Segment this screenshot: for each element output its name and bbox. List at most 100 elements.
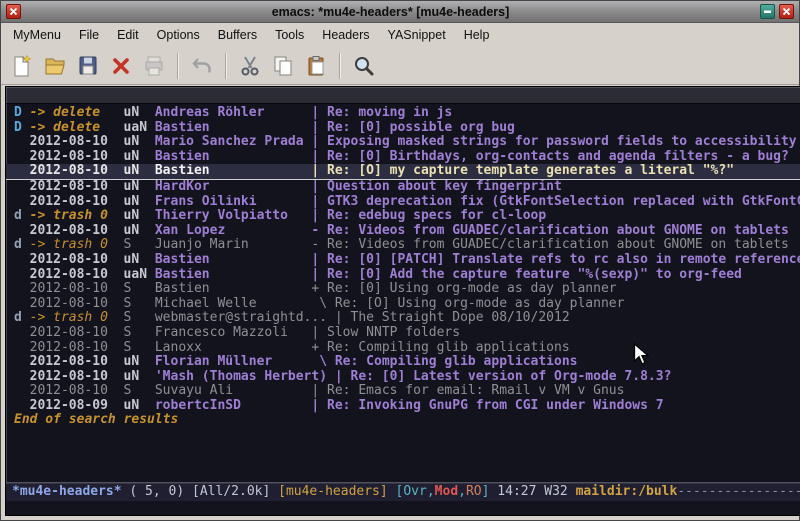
subject: - Re: Videos from GUADEC/clarification a…: [311, 224, 788, 238]
message-row[interactable]: 2012-08-10uNBastien| Re: [0] [PATCH] Tra…: [6, 253, 800, 268]
message-row[interactable]: 2012-08-10uNBastien| Re: [0] Birthdays, …: [6, 150, 800, 165]
flags: uN: [124, 164, 155, 179]
sender: webmaster@straightd...: [155, 311, 335, 326]
flags: uN: [124, 209, 155, 224]
flags: uN: [124, 224, 155, 239]
paste-icon[interactable]: [301, 51, 331, 81]
subject: | GTK3 deprecation fix (GtkFontSelection…: [311, 195, 800, 209]
subject: \ Re: Compiling glib applications: [311, 355, 577, 369]
message-row[interactable]: 2012-08-10SLanoxx+ Re: Compiling glib ap…: [6, 341, 800, 356]
minibuffer[interactable]: [6, 501, 800, 515]
message-row[interactable]: 2012-08-10SFrancesco Mazzoli| Slow NNTP …: [6, 326, 800, 341]
modeline-token: RO: [466, 484, 482, 499]
message-row[interactable]: 2012-08-10uNMario Sanchez Prada| Exposin…: [6, 135, 800, 150]
mark-indicator: d: [14, 311, 30, 326]
mark-indicator: D: [14, 106, 30, 121]
mark-indicator: [14, 164, 30, 179]
sender: Bastien: [155, 253, 312, 268]
save-icon[interactable]: [73, 51, 103, 81]
message-list: D-> deleteuNAndreas Röhler| Re: moving i…: [6, 104, 800, 413]
shade-icon: [763, 7, 772, 16]
sender: Bastien: [155, 121, 312, 136]
subject: \ Re: [O] Using org-mode as day planner: [311, 297, 624, 311]
menu-item-mymenu[interactable]: MyMenu: [4, 24, 70, 46]
message-row[interactable]: d-> trash 0uNThierry Volpiatto| Re: edeb…: [6, 209, 800, 224]
menu-item-yasnippet[interactable]: YASnippet: [379, 24, 455, 46]
menu-item-file[interactable]: File: [70, 24, 108, 46]
subject: | The Straight Dope 08/10/2012: [335, 311, 570, 325]
date: 2012-08-10: [30, 180, 124, 195]
message-row[interactable]: 2012-08-10uNXan Lopez- Re: Videos from G…: [6, 224, 800, 239]
close-buffer-icon[interactable]: [106, 51, 136, 81]
menu-item-headers[interactable]: Headers: [313, 24, 378, 46]
message-row[interactable]: 2012-08-10SSuvayu Ali| Re: Emacs for ema…: [6, 384, 800, 399]
flags: uN: [124, 106, 155, 121]
modeline-token: ,: [458, 484, 466, 499]
copy-icon[interactable]: [268, 51, 298, 81]
mark-indicator: [14, 370, 30, 385]
modeline-token: Ovr: [403, 484, 426, 499]
sender: 'Mash (Thomas Herbert): [155, 370, 335, 385]
mark-indicator: [14, 180, 30, 195]
message-row[interactable]: D-> deleteuaNBastien| Re: [0] possible o…: [6, 121, 800, 136]
modeline-token: [All/2.0k]: [192, 484, 278, 499]
menu-item-tools[interactable]: Tools: [266, 24, 313, 46]
message-row[interactable]: d-> trash 0Swebmaster@straightd...| The …: [6, 311, 800, 326]
message-row[interactable]: 2012-08-09uNrobertcInSD| Re: Invoking Gn…: [6, 399, 800, 414]
modeline-token: [: [388, 484, 404, 499]
open-file-icon[interactable]: [40, 51, 70, 81]
flags: uN: [124, 195, 155, 210]
message-row[interactable]: 2012-08-10uN'Mash (Thomas Herbert)| Re: …: [6, 370, 800, 385]
cut-icon[interactable]: [235, 51, 265, 81]
mu4e-headers-buffer: ▼ DateFlgsFrom/ToSubject D-> deleteuNAnd…: [5, 86, 800, 516]
menu-item-options[interactable]: Options: [148, 24, 209, 46]
title-bar: emacs: *mu4e-headers* [mu4e-headers]: [1, 1, 799, 23]
message-row[interactable]: 2012-08-10SMichael Welle \ Re: [O] Using…: [6, 297, 800, 312]
window-close-button-right[interactable]: [779, 4, 794, 19]
date: 2012-08-10: [30, 195, 124, 210]
flags: S: [124, 341, 155, 356]
mark-indicator: d: [14, 209, 30, 224]
message-row[interactable]: 2012-08-10uNBastien| Re: [O] my capture …: [6, 164, 800, 180]
toolbar-separator: [177, 53, 179, 79]
date: 2012-08-10: [30, 384, 124, 399]
mark-action: -> trash 0: [30, 238, 124, 253]
flags: S: [124, 326, 155, 341]
date: 2012-08-10: [30, 268, 124, 283]
flags: uaN: [124, 121, 155, 136]
sender: Bastien: [155, 268, 312, 283]
menu-item-buffers[interactable]: Buffers: [209, 24, 266, 46]
menu-item-edit[interactable]: Edit: [108, 24, 148, 46]
menu-item-help[interactable]: Help: [455, 24, 499, 46]
search-icon[interactable]: [349, 51, 379, 81]
new-file-icon[interactable]: [7, 51, 37, 81]
message-row[interactable]: 2012-08-10uaNBastien| Re: [0] Add the ca…: [6, 268, 800, 283]
message-row[interactable]: 2012-08-10uNFrans Oilinki| GTK3 deprecat…: [6, 195, 800, 210]
toolbar: [1, 47, 799, 85]
flags: uN: [124, 370, 155, 385]
subject: - Re: Videos from GUADEC/clarification a…: [311, 238, 788, 252]
date: 2012-08-10: [30, 150, 124, 165]
modeline-token: ( 5, 0): [122, 484, 192, 499]
sender: Suvayu Ali: [155, 384, 312, 399]
mark-indicator: [14, 135, 30, 150]
message-row[interactable]: D-> deleteuNAndreas Röhler| Re: moving i…: [6, 106, 800, 121]
close-icon: [782, 7, 791, 16]
subject: | Exposing masked strings for password f…: [311, 135, 796, 149]
subject: | Re: [0] Latest version of Org-mode 7.8…: [335, 370, 672, 384]
message-row[interactable]: d-> trash 0SJuanjo Marin- Re: Videos fro…: [6, 238, 800, 253]
mark-action: -> delete: [30, 121, 124, 136]
mode-line[interactable]: *mu4e-headers* ( 5, 0) [All/2.0k] [mu4e-…: [6, 482, 800, 501]
mark-action: -> delete: [30, 106, 124, 121]
message-row[interactable]: 2012-08-10SBastien+ Re: [0] Using org-mo…: [6, 282, 800, 297]
header-line: ▼ DateFlgsFrom/ToSubject: [6, 87, 800, 104]
sender: Mario Sanchez Prada: [155, 135, 312, 150]
message-row[interactable]: 2012-08-10uNFlorian Müllner \ Re: Compil…: [6, 355, 800, 370]
modeline-token: ]: [482, 484, 498, 499]
subject: | Question about key fingerprint: [311, 180, 561, 194]
window-close-button[interactable]: [6, 4, 21, 19]
modeline-buffer-name[interactable]: *mu4e-headers*: [12, 484, 122, 499]
date: 2012-08-10: [30, 341, 124, 356]
message-row[interactable]: 2012-08-10uNHardKor| Question about key …: [6, 180, 800, 195]
window-shade-button[interactable]: [760, 4, 775, 19]
